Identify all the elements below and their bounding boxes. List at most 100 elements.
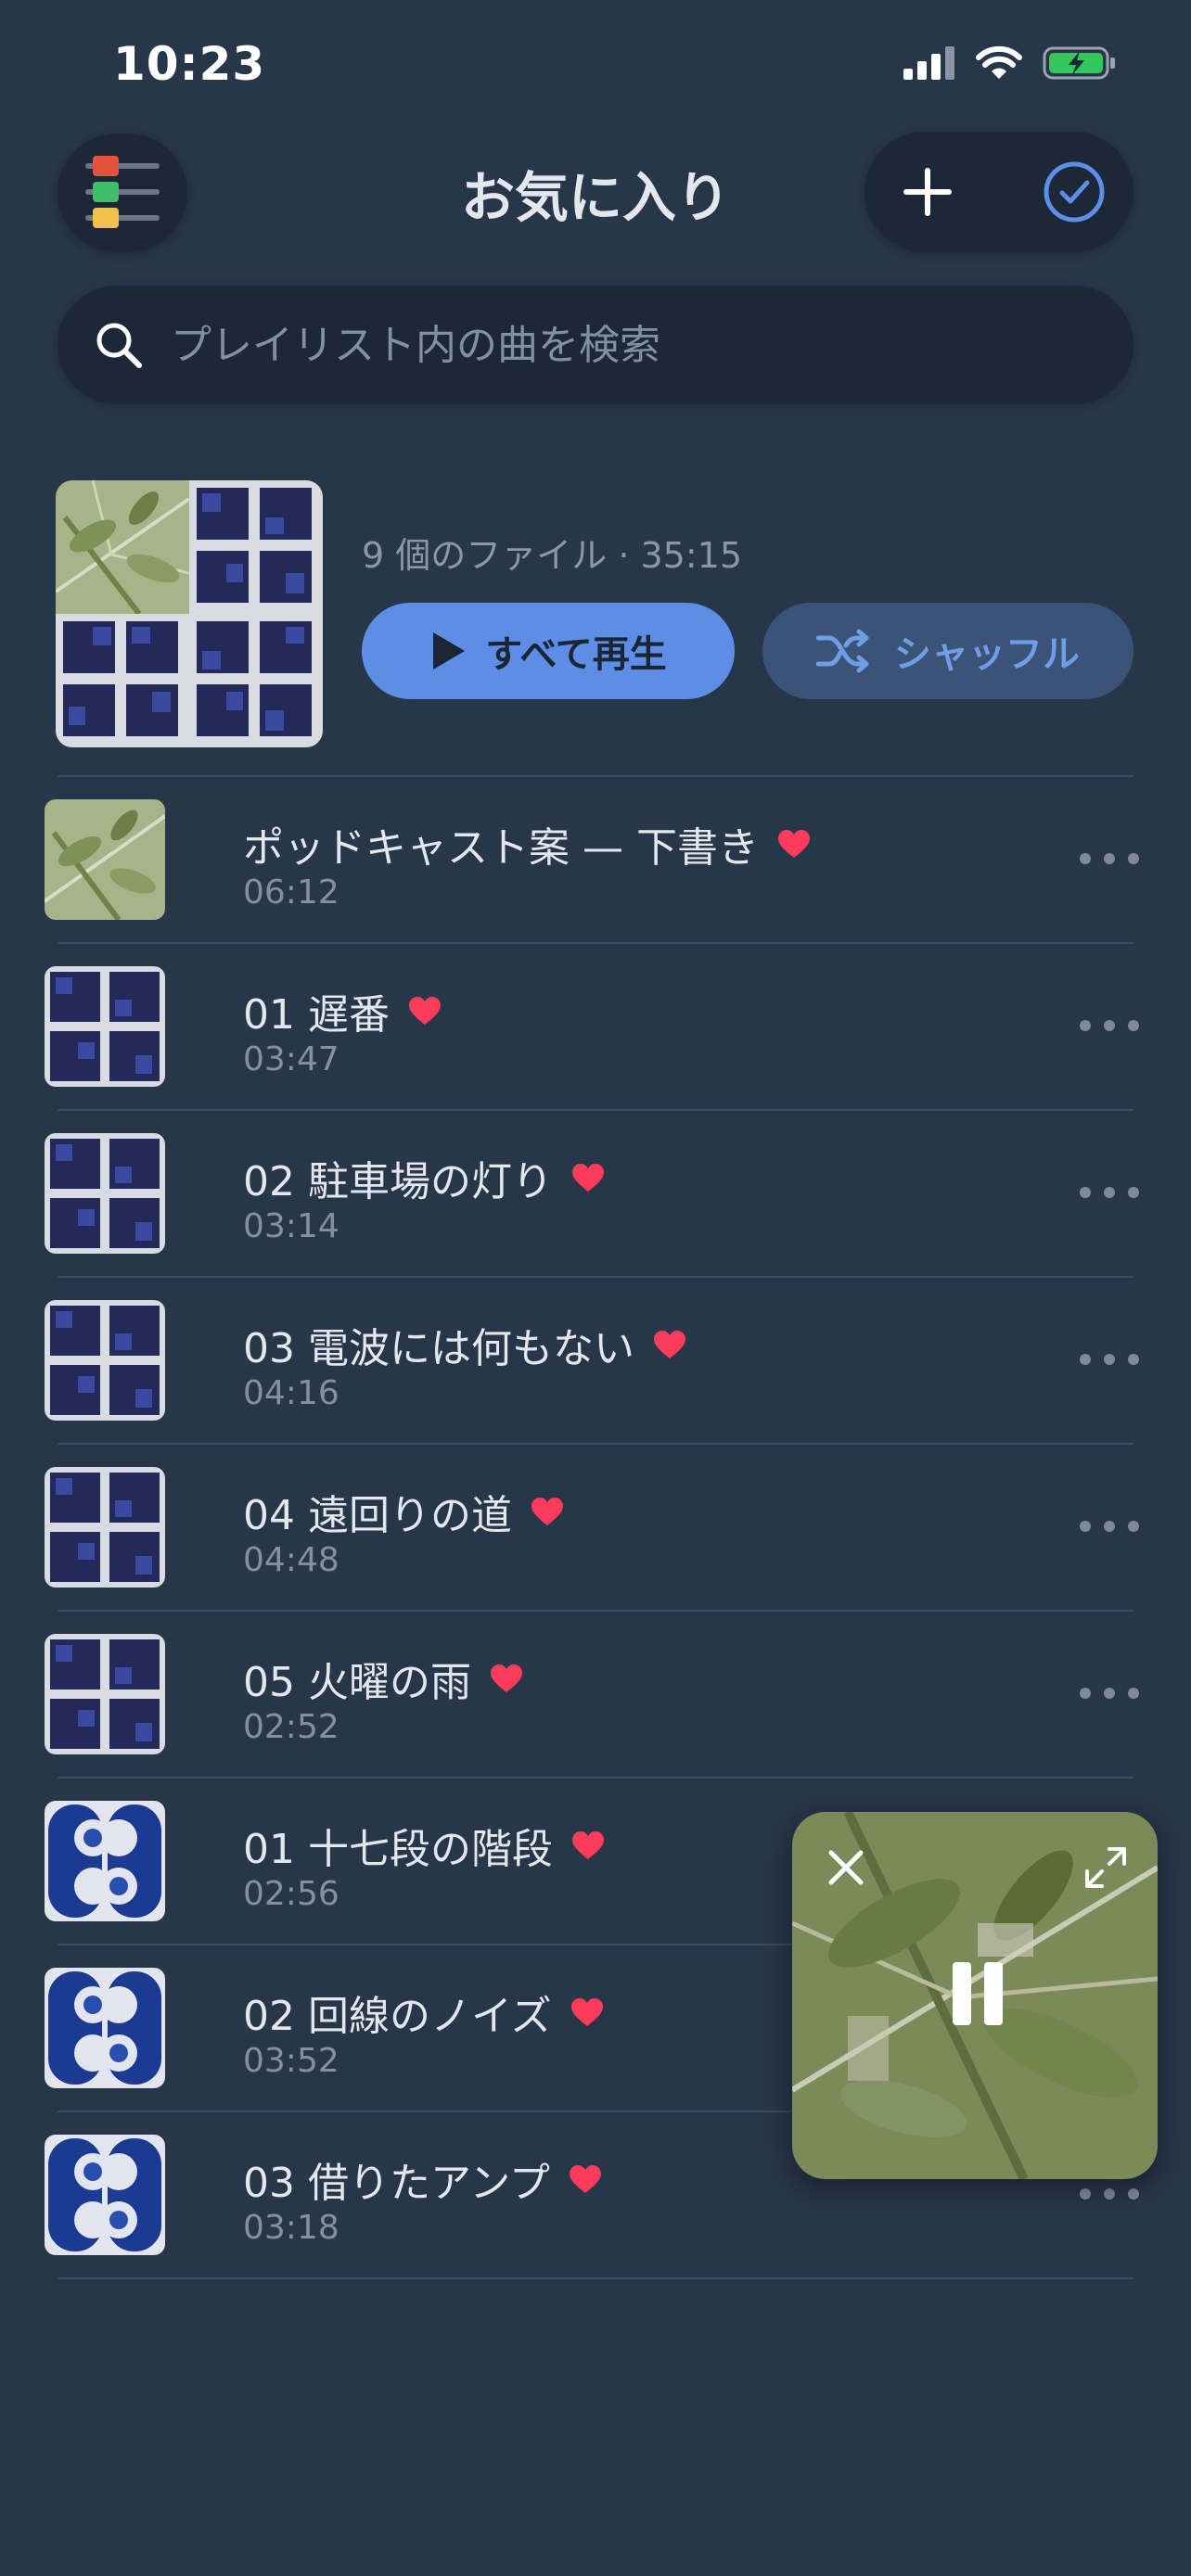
- dot: [1128, 1521, 1139, 1532]
- dot: [1104, 1688, 1115, 1699]
- track-title: 03 借りたアンプ: [243, 2160, 550, 2207]
- heart-icon[interactable]: [531, 1497, 564, 1526]
- search-bar[interactable]: [58, 286, 1133, 404]
- dot: [1104, 1354, 1115, 1365]
- dot: [1128, 1020, 1139, 1031]
- playlist-file-info: 9 個のファイル · 35:15: [362, 535, 743, 576]
- divider: [58, 2277, 1133, 2279]
- play-all-button[interactable]: すべて再生: [362, 603, 735, 699]
- search-input[interactable]: [169, 320, 1096, 370]
- track-row[interactable]: 01 遅番 03:47: [0, 944, 1191, 1109]
- track-duration: 06:12: [243, 874, 339, 912]
- dot: [1128, 853, 1139, 864]
- track-row[interactable]: ポッドキャスト案 — 下書き 06:12: [0, 777, 1191, 942]
- track-row[interactable]: 05 火曜の雨 02:52: [0, 1612, 1191, 1777]
- shuffle-button[interactable]: シャッフル: [762, 603, 1133, 699]
- track-duration: 02:52: [243, 1708, 339, 1746]
- track-title: ポッドキャスト案 — 下書き: [243, 824, 759, 872]
- track-artwork: [45, 1133, 165, 1254]
- track-artwork: [45, 1801, 165, 1921]
- heart-icon[interactable]: [571, 1163, 605, 1192]
- track-title-group: 03 借りたアンプ: [243, 2149, 602, 2209]
- signal-icon: [903, 46, 954, 80]
- more-options-icon[interactable]: [1080, 1517, 1139, 1536]
- pause-button[interactable]: [942, 1958, 1013, 2029]
- track-title: 01 十七段の階段: [243, 1826, 553, 1873]
- heart-icon[interactable]: [571, 1830, 605, 1860]
- track-duration: 04:16: [243, 1374, 339, 1412]
- mini-player-close-button[interactable]: [818, 1840, 874, 1895]
- track-row[interactable]: 03 電波には何もない 04:16: [0, 1278, 1191, 1443]
- playlist-cover: [56, 480, 323, 747]
- check-circle-icon: [1044, 161, 1105, 223]
- shuffle-icon: [816, 629, 869, 673]
- track-artwork: [45, 2135, 165, 2255]
- cover-building-art: [56, 614, 189, 747]
- dot: [1104, 1521, 1115, 1532]
- more-options-icon[interactable]: [1080, 2185, 1139, 2203]
- expand-icon: [1085, 1847, 1126, 1888]
- track-artwork: [45, 1467, 165, 1588]
- dot: [1104, 853, 1115, 864]
- heart-icon[interactable]: [570, 1997, 604, 2027]
- track-title-group: 05 火曜の雨: [243, 1649, 523, 1708]
- mini-player-expand-button[interactable]: [1078, 1840, 1133, 1895]
- track-title: 02 回線のノイズ: [243, 1993, 552, 2040]
- more-options-icon[interactable]: [1080, 1350, 1139, 1369]
- track-title-group: 01 十七段の階段: [243, 1816, 605, 1875]
- mini-player[interactable]: [792, 1812, 1158, 2179]
- dot: [1080, 1521, 1091, 1532]
- heart-icon[interactable]: [490, 1664, 523, 1693]
- heart-icon[interactable]: [653, 1330, 686, 1359]
- track-artwork: [45, 799, 165, 920]
- track-duration: 03:52: [243, 2042, 339, 2080]
- dot: [1104, 1187, 1115, 1198]
- dot: [1128, 1354, 1139, 1365]
- heart-icon[interactable]: [569, 2164, 602, 2194]
- track-title-group: 03 電波には何もない: [243, 1315, 686, 1374]
- track-title-group: 02 回線のノイズ: [243, 1983, 604, 2042]
- track-duration: 04:48: [243, 1541, 339, 1579]
- dot: [1080, 1020, 1091, 1031]
- more-options-icon[interactable]: [1080, 1016, 1139, 1035]
- heart-icon[interactable]: [408, 996, 442, 1026]
- status-icons: [903, 45, 1117, 82]
- shuffle-label: シャッフル: [894, 633, 1080, 676]
- track-row[interactable]: 02 駐車場の灯り 03:14: [0, 1111, 1191, 1276]
- cover-leaf-art: [56, 480, 189, 614]
- play-icon: [433, 632, 466, 670]
- track-artwork: [45, 966, 165, 1087]
- dot: [1080, 1187, 1091, 1198]
- track-row[interactable]: 04 遠回りの道 04:48: [0, 1445, 1191, 1610]
- track-title: 02 駐車場の灯り: [243, 1158, 553, 1205]
- track-title: 05 火曜の雨: [243, 1659, 471, 1706]
- add-button[interactable]: [890, 155, 965, 229]
- track-artwork: [45, 1300, 165, 1421]
- select-button[interactable]: [1037, 155, 1111, 229]
- dot: [1080, 853, 1091, 864]
- dot: [1128, 1688, 1139, 1699]
- track-title-group: 02 駐車場の灯り: [243, 1148, 605, 1207]
- dot: [1080, 1354, 1091, 1365]
- dot: [1080, 1688, 1091, 1699]
- more-options-icon[interactable]: [1080, 1183, 1139, 1202]
- more-options-icon[interactable]: [1080, 849, 1139, 868]
- status-bar: 10:23: [0, 0, 1191, 130]
- cover-building-art: [189, 480, 323, 614]
- track-duration: 03:47: [243, 1040, 339, 1078]
- heart-icon[interactable]: [777, 829, 811, 859]
- wifi-icon: [976, 45, 1022, 79]
- play-all-label: すべて再生: [485, 633, 667, 676]
- track-duration: 03:18: [243, 2209, 339, 2247]
- track-duration: 03:14: [243, 1207, 339, 1245]
- track-title-group: 01 遅番: [243, 981, 442, 1040]
- pause-icon-bar: [953, 1962, 971, 2025]
- header-actions: [864, 132, 1133, 252]
- dot: [1104, 1020, 1115, 1031]
- battery-charging-icon: [1043, 46, 1115, 80]
- dot: [1104, 2188, 1115, 2200]
- track-title-group: 04 遠回りの道: [243, 1482, 564, 1541]
- status-time: 10:23: [113, 37, 266, 91]
- plus-icon: [903, 168, 952, 216]
- more-options-icon[interactable]: [1080, 1684, 1139, 1702]
